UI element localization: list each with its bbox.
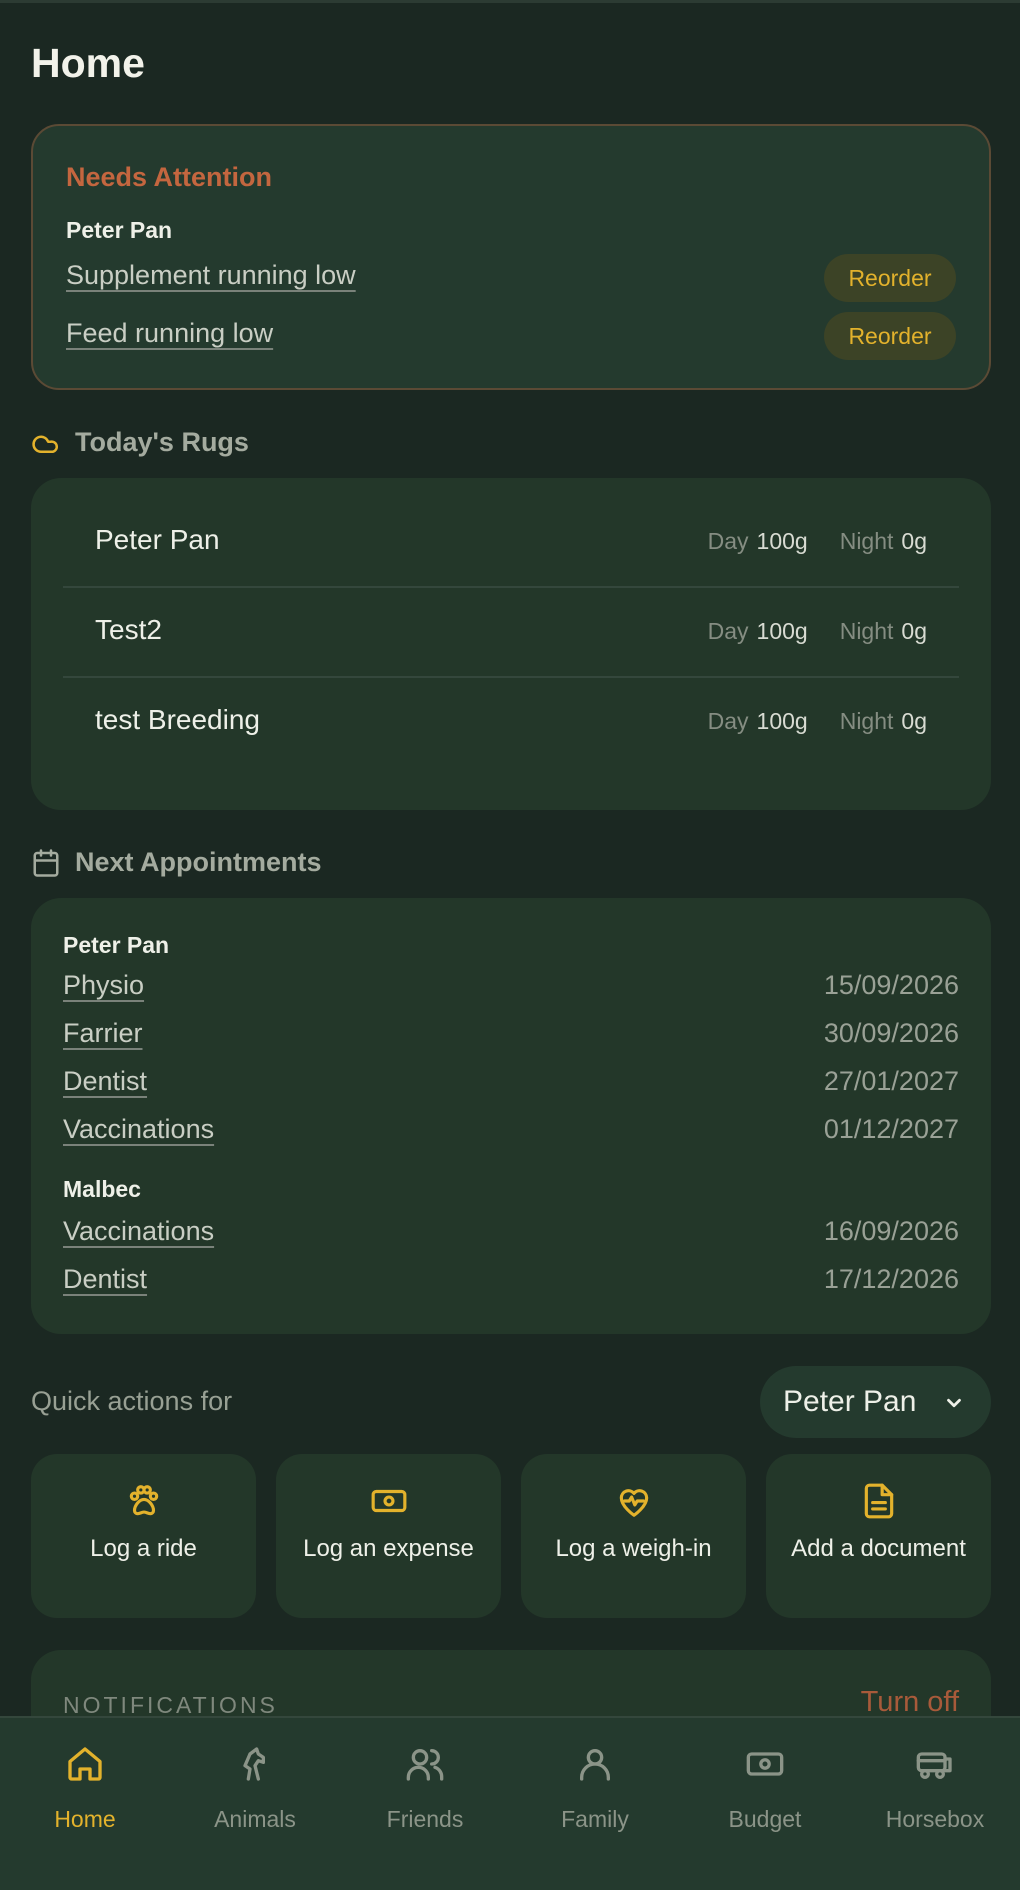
turn-off-notifications-button[interactable]: Turn off (861, 1686, 959, 1719)
appointment-link[interactable]: Vaccinations (63, 1114, 214, 1145)
day-value: 100g (756, 618, 808, 644)
nav-label-animals: Animals (214, 1806, 296, 1832)
appointment-row: Physio 15/09/2026 (63, 968, 959, 1008)
appointment-date: 16/09/2026 (823, 1216, 959, 1246)
person-icon (580, 1749, 610, 1781)
night-label: Night (839, 528, 894, 554)
attention-horse-name: Peter Pan (66, 217, 173, 243)
appointment-row: Vaccinations 16/09/2026 (63, 1214, 959, 1254)
appointment-link[interactable]: Vaccinations (63, 1216, 214, 1247)
nav-item-budget[interactable]: Budget (680, 1718, 850, 1858)
cash-icon (371, 1489, 406, 1513)
log-ride-button[interactable]: Log a ride (31, 1454, 256, 1618)
nav-label-budget: Budget (728, 1806, 802, 1832)
document-icon (864, 1483, 893, 1519)
rug-values: Day 100g Night 0g (708, 708, 927, 735)
appointments-section-header: Next Appointments (31, 847, 322, 878)
appointment-date: 01/12/2027 (823, 1114, 959, 1144)
rug-horse-name: Peter Pan (95, 524, 220, 555)
heart-pulse-icon (619, 1489, 648, 1517)
day-label: Day (707, 618, 749, 644)
appointment-horse-name: Malbec (63, 1176, 141, 1202)
notifications-title: NOTIFICATIONS (63, 1692, 278, 1718)
nav-label-horsebox: Horsebox (885, 1806, 985, 1832)
nav-label-home: Home (54, 1806, 116, 1832)
cash-icon (746, 1752, 784, 1776)
rugs-section-title: Today's Rugs (75, 427, 249, 457)
appointment-horse-name: Peter Pan (63, 932, 170, 958)
attention-item: Feed running low Reorder (66, 312, 956, 360)
rug-values: Day 100g Night 0g (708, 618, 927, 645)
page-title: Home (31, 40, 145, 86)
attention-item: Supplement running low Reorder (66, 254, 956, 302)
log-expense-label: Log an expense (303, 1535, 474, 1562)
appointment-date: 27/01/2027 (823, 1066, 959, 1096)
appointment-row: Vaccinations 01/12/2027 (63, 1112, 959, 1152)
day-label: Day (707, 708, 749, 734)
appointment-row: Dentist 17/12/2026 (63, 1262, 959, 1302)
nav-item-friends[interactable]: Friends (340, 1718, 510, 1858)
quick-actions-label: Quick actions for (31, 1386, 233, 1416)
calendar-icon (33, 848, 59, 877)
log-weigh-in-button[interactable]: Log a weigh-in (521, 1454, 746, 1618)
appointment-date: 15/09/2026 (823, 970, 959, 1000)
horsebox-icon (916, 1752, 952, 1779)
rug-row[interactable]: test Breeding Day 100g Night 0g (63, 678, 959, 768)
horse-icon (243, 1747, 265, 1781)
appointments-card: Peter Pan Physio 15/09/2026 Farrier 30/0… (31, 898, 991, 1334)
chevron-down-icon (947, 1398, 961, 1408)
people-icon (406, 1749, 444, 1781)
nav-item-horsebox[interactable]: Horsebox (850, 1718, 1020, 1858)
nav-item-animals[interactable]: Animals (170, 1718, 340, 1858)
add-document-label: Add a document (791, 1535, 966, 1562)
rug-values: Day 100g Night 0g (708, 528, 927, 555)
log-expense-button[interactable]: Log an expense (276, 1454, 501, 1618)
appointments-section-title: Next Appointments (75, 847, 322, 877)
night-value: 0g (901, 708, 927, 734)
home-icon (68, 1747, 102, 1781)
nav-label-friends: Friends (386, 1806, 464, 1832)
day-label: Day (707, 528, 749, 554)
rug-row[interactable]: Peter Pan Day 100g Night 0g (63, 498, 959, 588)
rug-horse-name: Test2 (95, 614, 162, 645)
reorder-supplement-button[interactable]: Reorder (824, 254, 956, 302)
supplement-low-link[interactable]: Supplement running low (66, 260, 356, 291)
add-document-button[interactable]: Add a document (766, 1454, 991, 1618)
horse-selector-dropdown[interactable]: Peter Pan (760, 1366, 991, 1438)
rugs-section-header: Today's Rugs (31, 427, 249, 458)
appointment-date: 30/09/2026 (823, 1018, 959, 1048)
appointment-row: Farrier 30/09/2026 (63, 1016, 959, 1056)
needs-attention-card: Needs Attention Peter Pan Supplement run… (31, 124, 991, 390)
feed-low-link[interactable]: Feed running low (66, 318, 273, 349)
appointment-link[interactable]: Farrier (63, 1018, 143, 1049)
reorder-feed-button[interactable]: Reorder (824, 312, 956, 360)
rug-row[interactable]: Test2 Day 100g Night 0g (63, 588, 959, 678)
day-value: 100g (756, 528, 808, 554)
log-ride-label: Log a ride (90, 1535, 197, 1562)
nav-item-home[interactable]: Home (0, 1718, 170, 1858)
top-divider (0, 0, 1020, 3)
appointment-link[interactable]: Physio (63, 970, 144, 1001)
bottom-navigation: Home Animals Friends Family Budget Horse… (0, 1716, 1020, 1890)
selected-horse-value: Peter Pan (783, 1385, 917, 1418)
needs-attention-title: Needs Attention (66, 162, 273, 192)
nav-item-family[interactable]: Family (510, 1718, 680, 1858)
night-value: 0g (901, 528, 927, 554)
cloud-icon (32, 435, 59, 453)
appointment-date: 17/12/2026 (823, 1264, 959, 1294)
appointment-row: Dentist 27/01/2027 (63, 1064, 959, 1104)
rug-horse-name: test Breeding (95, 704, 260, 735)
night-value: 0g (901, 618, 927, 644)
rugs-card: Peter Pan Day 100g Night 0g Test2 Day 100g … (31, 478, 991, 810)
log-weigh-in-label: Log a weigh-in (555, 1535, 712, 1562)
night-label: Night (839, 618, 894, 644)
appointment-link[interactable]: Dentist (63, 1264, 147, 1295)
night-label: Night (839, 708, 894, 734)
nav-label-family: Family (561, 1806, 629, 1832)
day-value: 100g (756, 708, 808, 734)
paw-icon (129, 1485, 158, 1516)
appointment-link[interactable]: Dentist (63, 1066, 147, 1097)
